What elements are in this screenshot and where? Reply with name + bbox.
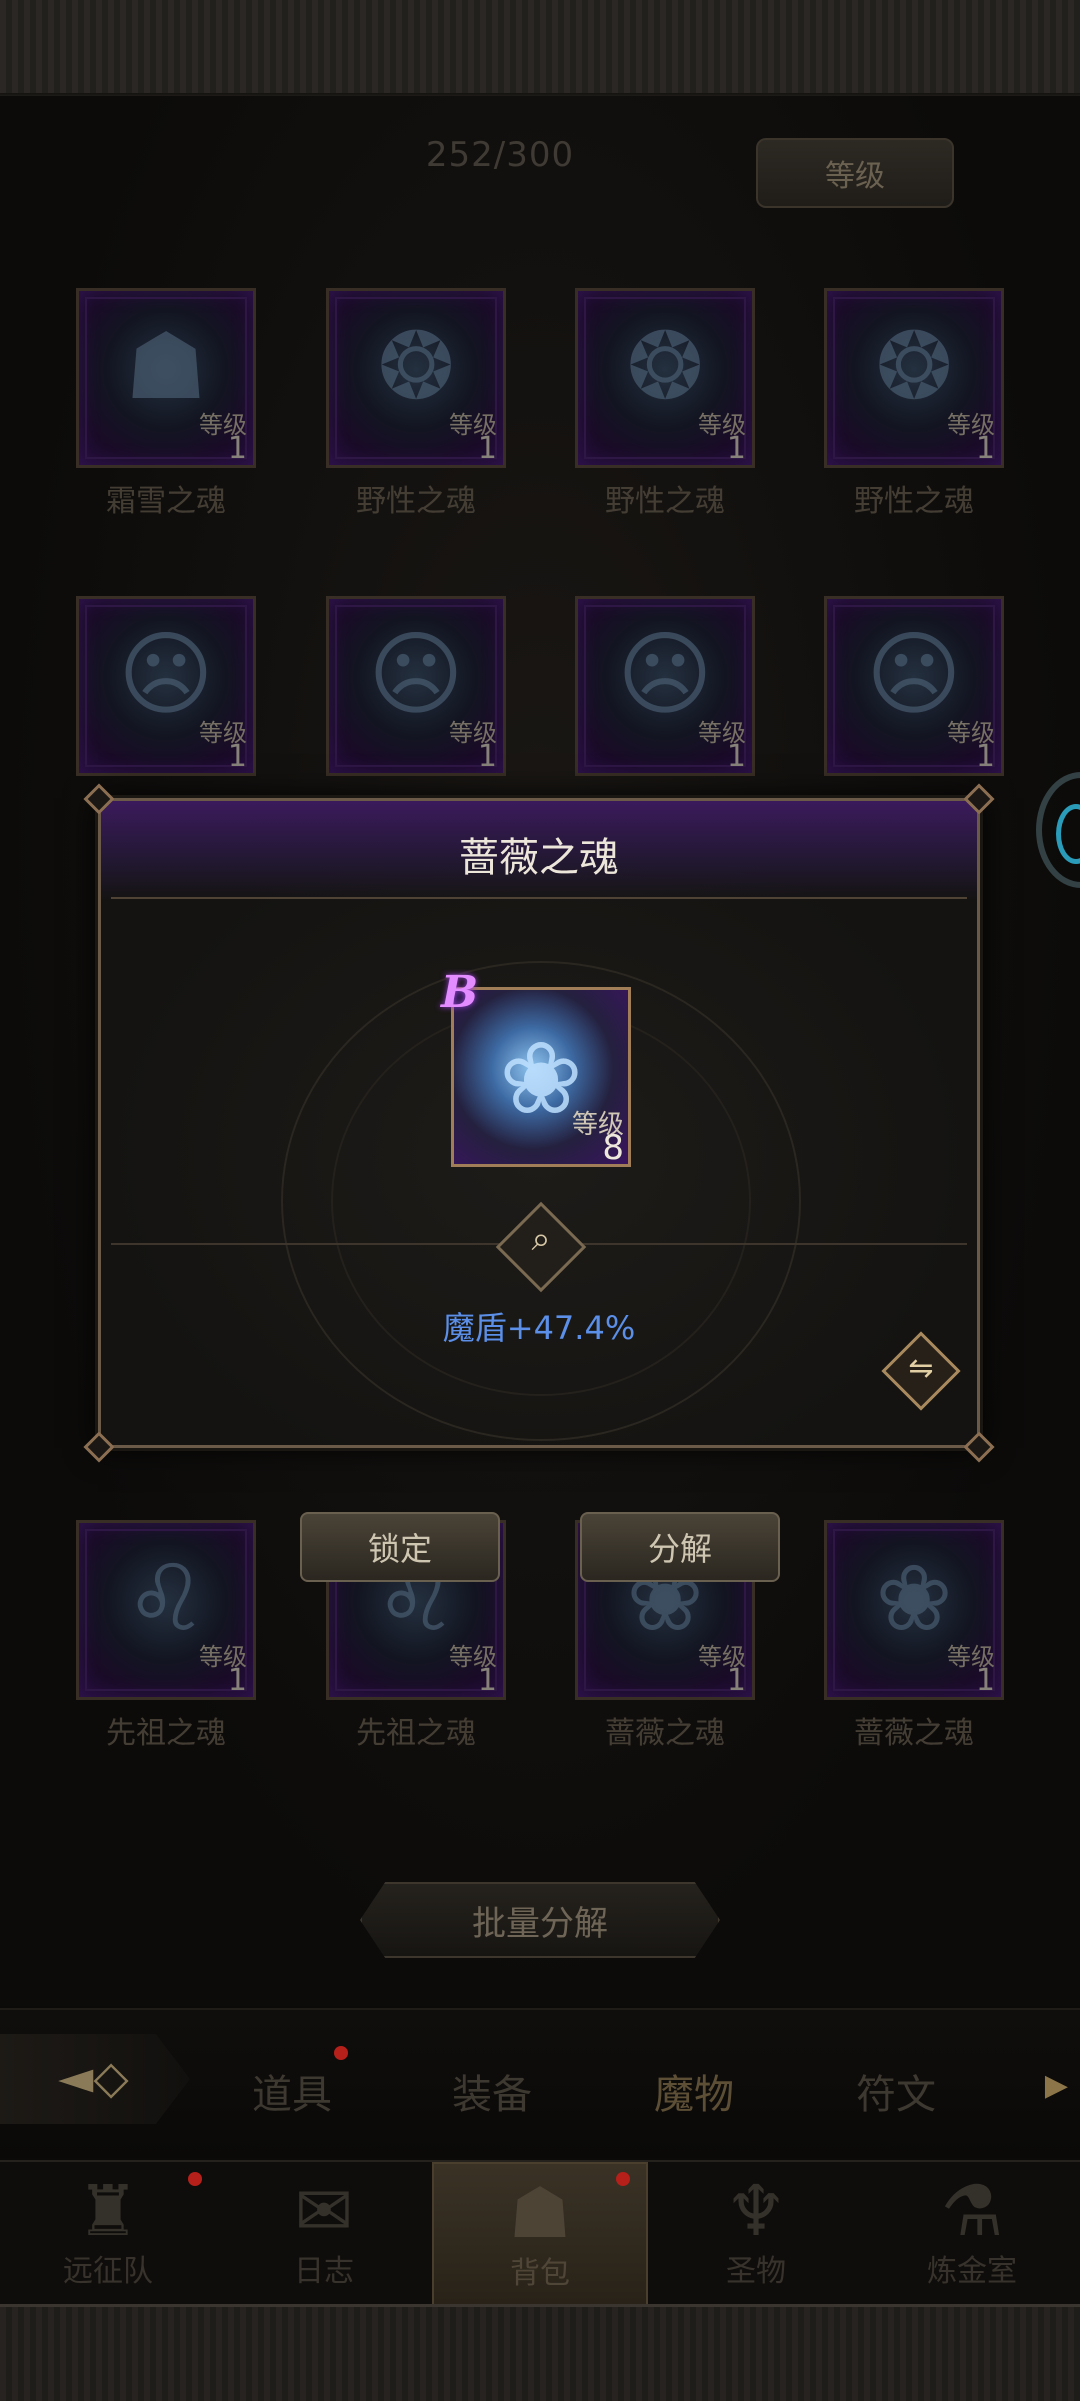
viking-helmet-icon: ♜ <box>76 2170 140 2252</box>
magnifier-icon: ⌕ <box>531 1219 551 1259</box>
back-arrow-icon: ◄◇ <box>58 2050 129 2104</box>
item-stat: 魔盾+47.4% <box>442 1309 636 1347</box>
ghost-face-icon: ☹ <box>617 621 713 728</box>
nav-expedition-badge <box>188 2172 202 2186</box>
decompose-button[interactable]: 分解 <box>580 1512 780 1582</box>
bear-icon: ❂ <box>875 313 953 420</box>
nav-relics[interactable]: ♆ 圣物 <box>648 2162 864 2306</box>
soul-card-name: 野性之魂 <box>854 484 974 519</box>
dialog-title: 蔷薇之魂 <box>459 835 619 881</box>
tab-items-badge <box>334 2046 348 2060</box>
soul-card-name: 霜雪之魂 <box>106 484 226 519</box>
nav-backpack[interactable]: ☗ 背包 <box>432 2162 648 2306</box>
soul-card-frame: ❂ 等级 1 <box>326 288 506 468</box>
soul-card-name: 蔷薇之魂 <box>854 1716 974 1751</box>
ghost-face-icon: ☹ <box>118 621 214 728</box>
soul-card-name: 野性之魂 <box>605 484 725 519</box>
soul-card-frame: ❀ 等级 1 <box>824 1520 1004 1700</box>
tab-runes[interactable]: 符文 <box>856 2062 936 2120</box>
bear-icon: ❂ <box>377 313 455 420</box>
soul-card[interactable]: ♌ 等级 1 先祖之魂 <box>76 1520 256 1752</box>
item-grade-badge: B <box>441 967 479 1018</box>
ghost-face-icon: ☹ <box>866 621 962 728</box>
soul-card-name: 先祖之魂 <box>106 1716 226 1751</box>
bear-icon: ❂ <box>626 313 704 420</box>
soul-card[interactable]: ❂ 等级 1 野性之魂 <box>824 288 1004 520</box>
torch-icon: ♆ <box>724 2170 788 2252</box>
soul-card[interactable]: ❀ 等级 1 蔷薇之魂 <box>824 1520 1004 1752</box>
item-detail-dialog: 蔷薇之魂 ❀ 等级 8 B ⌕ 魔盾+47.4% ⇋ <box>83 783 995 1463</box>
sort-by-level-button[interactable]: 等级 <box>756 138 954 208</box>
soul-card-frame: ☹ 等级 1 <box>326 596 506 776</box>
swap-arrows-icon: ⇋ <box>908 1351 934 1386</box>
scroll-icon: ✉ <box>294 2170 354 2252</box>
soul-card-frame: ❂ 等级 1 <box>575 288 755 468</box>
tab-monsters[interactable]: 魔物 <box>654 2062 734 2120</box>
dialog-divider <box>111 897 967 899</box>
mask-icon: ☗ <box>124 313 208 420</box>
soul-card-name: 蔷薇之魂 <box>605 1716 725 1751</box>
backpack-icon: ☗ <box>508 2172 572 2254</box>
nav-expedition[interactable]: ♜ 远征队 <box>0 2162 216 2306</box>
soul-card-name: 野性之魂 <box>356 484 476 519</box>
lion-icon: ♌ <box>124 1545 208 1652</box>
soul-card-frame: ☹ 等级 1 <box>76 596 256 776</box>
category-tab-bar: ◄◇ 道具 装备 魔物 符文 ▶ <box>0 2008 1080 2158</box>
soul-card[interactable]: ☹ 等级 1 <box>76 596 256 776</box>
soul-card-frame: ☗ 等级 1 <box>76 288 256 468</box>
bottom-banner <box>0 2304 1080 2401</box>
alchemy-icon: ⚗ <box>940 2170 1004 2252</box>
soul-card[interactable]: ☹ 等级 1 <box>326 596 506 776</box>
soul-card[interactable]: ☹ 等级 1 <box>824 596 1004 776</box>
soul-card[interactable]: ☗ 等级 1 霜雪之魂 <box>76 288 256 520</box>
chevron-right-icon[interactable]: ▶ <box>1045 2068 1068 2103</box>
nav-alchemy[interactable]: ⚗ 炼金室 <box>864 2162 1080 2306</box>
capacity-count: 252/300 <box>425 135 575 175</box>
soul-card[interactable]: ❂ 等级 1 野性之魂 <box>326 288 506 520</box>
rose-icon: ❀ <box>875 1545 953 1652</box>
soul-card[interactable]: ❂ 等级 1 野性之魂 <box>575 288 755 520</box>
ghost-face-icon: ☹ <box>368 621 464 728</box>
batch-decompose-button[interactable]: 批量分解 <box>360 1882 720 1958</box>
nav-journal[interactable]: ✉ 日志 <box>216 2162 432 2306</box>
item-level-value: 8 <box>602 1128 624 1168</box>
nav-backpack-badge <box>616 2172 630 2186</box>
tab-equipment[interactable]: 装备 <box>452 2062 532 2120</box>
bottom-navigation: ♜ 远征队 ✉ 日志 ☗ 背包 ♆ 圣物 ⚗ 炼金室 <box>0 2160 1080 2306</box>
soul-card-frame: ☹ 等级 1 <box>824 596 1004 776</box>
soul-card-frame: ♌ 等级 1 <box>76 1520 256 1700</box>
top-banner <box>0 0 1080 103</box>
soul-card-frame: ☹ 等级 1 <box>575 596 755 776</box>
soul-card-name: 先祖之魂 <box>356 1716 476 1751</box>
soul-card-frame: ❂ 等级 1 <box>824 288 1004 468</box>
tab-items[interactable]: 道具 <box>252 2062 332 2120</box>
soul-card[interactable]: ☹ 等级 1 <box>575 596 755 776</box>
lock-button[interactable]: 锁定 <box>300 1512 500 1582</box>
